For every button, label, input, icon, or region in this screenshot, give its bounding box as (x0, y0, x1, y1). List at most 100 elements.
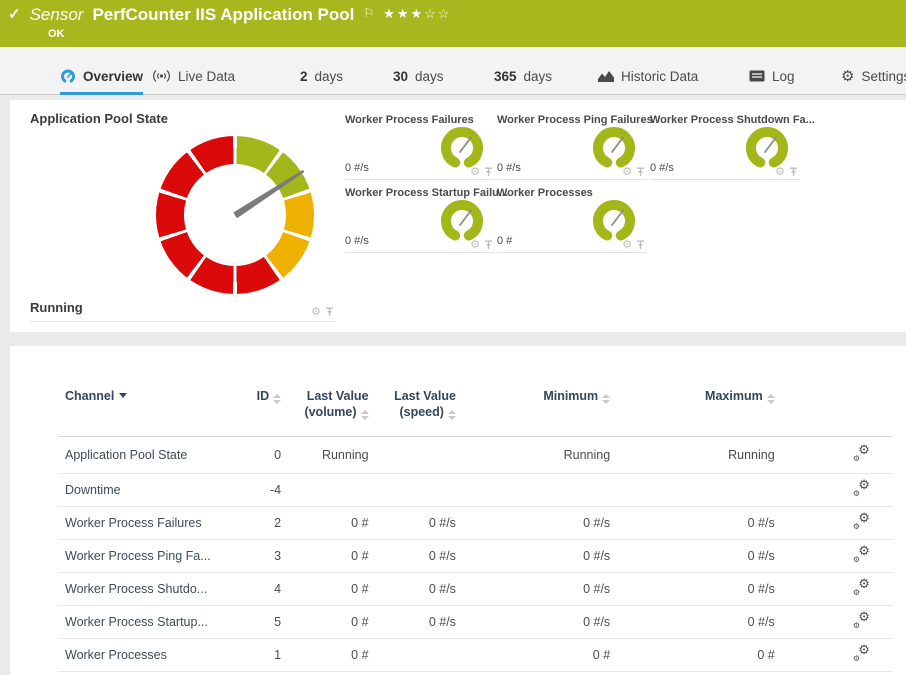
mini-gauge-dial (589, 124, 639, 170)
table-row: Worker Process Ping Fa... 3 0 # 0 #/s 0 … (58, 540, 893, 573)
priority-stars[interactable]: ★★★☆☆ (383, 6, 451, 22)
channel-id: 3 (225, 540, 282, 573)
channel-settings-icon[interactable]: ⚙⚙ (853, 547, 870, 562)
log-icon (749, 70, 765, 82)
last-value-speed (369, 474, 456, 507)
channel-id: 0 (225, 437, 282, 474)
channel-name[interactable]: Worker Process Shutdo... (58, 573, 225, 606)
col-header-channel[interactable]: Channel (58, 346, 225, 437)
pin-icon[interactable] (484, 240, 493, 250)
tab-number: 30 (393, 69, 408, 84)
flag-icon[interactable]: ⚐ (363, 5, 374, 21)
channel-id: -4 (225, 474, 282, 507)
channel-gear-icon[interactable]: ⚙ (622, 167, 632, 177)
channel-name[interactable]: Downtime (58, 474, 225, 507)
gauge-icon (60, 68, 76, 84)
sensor-kind-label: Sensor (30, 4, 84, 26)
pin-icon[interactable] (484, 167, 493, 177)
sort-icon (767, 394, 775, 404)
maximum-value: 0 #/s (610, 507, 775, 540)
minimum-value: 0 #/s (456, 540, 610, 573)
pin-icon[interactable] (636, 167, 645, 177)
last-value-speed: 0 #/s (369, 573, 456, 606)
mini-gauge-worker-process-startup-failures[interactable]: Worker Process Startup Failu... 0 #/s ⚙ (345, 185, 495, 253)
table-row: Application Pool State 0 Running Running… (58, 437, 893, 474)
last-value-speed: 0 #/s (369, 606, 456, 639)
last-value-volume: 0 # (281, 507, 368, 540)
pin-icon[interactable] (636, 240, 645, 250)
tab-label: days (524, 69, 553, 84)
mini-gauge-worker-process-shutdown-failures[interactable]: Worker Process Shutdown Fa... 0 #/s ⚙ (650, 112, 800, 180)
tab-label: Live Data (178, 69, 235, 84)
mini-gauge-dial (437, 124, 487, 170)
table-row: Worker Process Failures 2 0 # 0 #/s 0 #/… (58, 507, 893, 540)
channel-name[interactable]: Worker Process Startup... (58, 606, 225, 639)
channel-gear-icon[interactable]: ⚙ (470, 167, 480, 177)
maximum-value (610, 474, 775, 507)
channel-settings-icon[interactable]: ⚙⚙ (853, 613, 870, 628)
tab-log[interactable]: Log (749, 60, 795, 95)
maximum-value: 0 # (610, 639, 775, 672)
gear-icon: ⚙ (841, 69, 854, 84)
tab-label: days (415, 69, 444, 84)
table-header-row: Channel ID Last Value (volume) Last Valu… (58, 346, 893, 437)
minimum-value: Running (456, 437, 610, 474)
mini-gauge-worker-process-ping-failures[interactable]: Worker Process Ping Failures 0 #/s ⚙ (497, 112, 647, 180)
mini-gauge-worker-processes[interactable]: Worker Processes 0 # ⚙ (497, 185, 647, 253)
table-row: Worker Process Startup... 5 0 # 0 #/s 0 … (58, 606, 893, 639)
channel-gear-icon[interactable]: ⚙ (622, 240, 632, 250)
channel-gear-icon[interactable]: ⚙ (470, 240, 480, 250)
mini-gauge-dial (742, 124, 792, 170)
mini-gauge-worker-process-failures[interactable]: Worker Process Failures 0 #/s ⚙ (345, 112, 495, 180)
channel-name[interactable]: Worker Process Ping Fa... (58, 540, 225, 573)
tab-number: 2 (300, 69, 308, 84)
tab-2-days[interactable]: 2 days (300, 60, 343, 95)
status-check-icon: ✓ (8, 4, 21, 26)
mini-gauge-value: 0 #/s (345, 162, 369, 174)
channel-settings-icon[interactable]: ⚙⚙ (853, 446, 870, 461)
channel-id: 5 (225, 606, 282, 639)
tab-settings[interactable]: ⚙ Settings (841, 60, 906, 95)
tab-overview[interactable]: Overview (60, 60, 143, 95)
pin-icon[interactable] (789, 167, 798, 177)
minimum-value: 0 #/s (456, 606, 610, 639)
channel-settings-icon[interactable]: ⚙⚙ (853, 646, 870, 661)
tab-30-days[interactable]: 30 days (393, 60, 444, 95)
channel-name[interactable]: Worker Processes (58, 639, 225, 672)
tab-365-days[interactable]: 365 days (494, 60, 552, 95)
channel-settings-icon[interactable]: ⚙⚙ (853, 514, 870, 529)
historic-data-icon (598, 70, 614, 83)
main-gauge-value-row[interactable]: Running ⚙ (30, 296, 336, 322)
channel-name[interactable]: Worker Process Failures (58, 507, 225, 540)
sort-icon (448, 410, 456, 420)
page-title: PerfCounter IIS Application Pool (92, 4, 354, 26)
col-header-maximum[interactable]: Maximum (610, 346, 775, 437)
tab-label: Log (772, 69, 795, 84)
col-header-minimum[interactable]: Minimum (456, 346, 610, 437)
col-header-last-speed[interactable]: Last Value (speed) (369, 346, 456, 437)
tab-label: days (315, 69, 344, 84)
last-value-speed (369, 437, 456, 474)
mini-gauge-dial (437, 197, 487, 243)
last-value-volume (281, 474, 368, 507)
channel-settings-icon[interactable]: ⚙⚙ (853, 481, 870, 496)
sort-icon (602, 394, 610, 404)
sort-desc-icon (119, 393, 127, 398)
maximum-value: 0 #/s (610, 606, 775, 639)
tab-label: Overview (83, 69, 143, 84)
col-header-id[interactable]: ID (225, 346, 282, 437)
table-row: Downtime -4 ⚙⚙ (58, 474, 893, 507)
pin-icon[interactable] (325, 307, 334, 317)
channel-table-panel: Channel ID Last Value (volume) Last Valu… (10, 346, 906, 675)
sort-icon (361, 410, 369, 420)
channel-gear-icon[interactable]: ⚙ (311, 307, 321, 317)
sort-icon (273, 394, 281, 404)
channel-gear-icon[interactable]: ⚙ (775, 167, 785, 177)
channel-name[interactable]: Application Pool State (58, 437, 225, 474)
col-header-last-volume[interactable]: Last Value (volume) (281, 346, 368, 437)
tab-live-data[interactable]: Live Data (152, 60, 235, 95)
tab-historic-data[interactable]: Historic Data (598, 60, 698, 95)
channel-settings-icon[interactable]: ⚙⚙ (853, 580, 870, 595)
last-value-volume: Running (281, 437, 368, 474)
mini-gauge-value: 0 #/s (345, 235, 369, 247)
